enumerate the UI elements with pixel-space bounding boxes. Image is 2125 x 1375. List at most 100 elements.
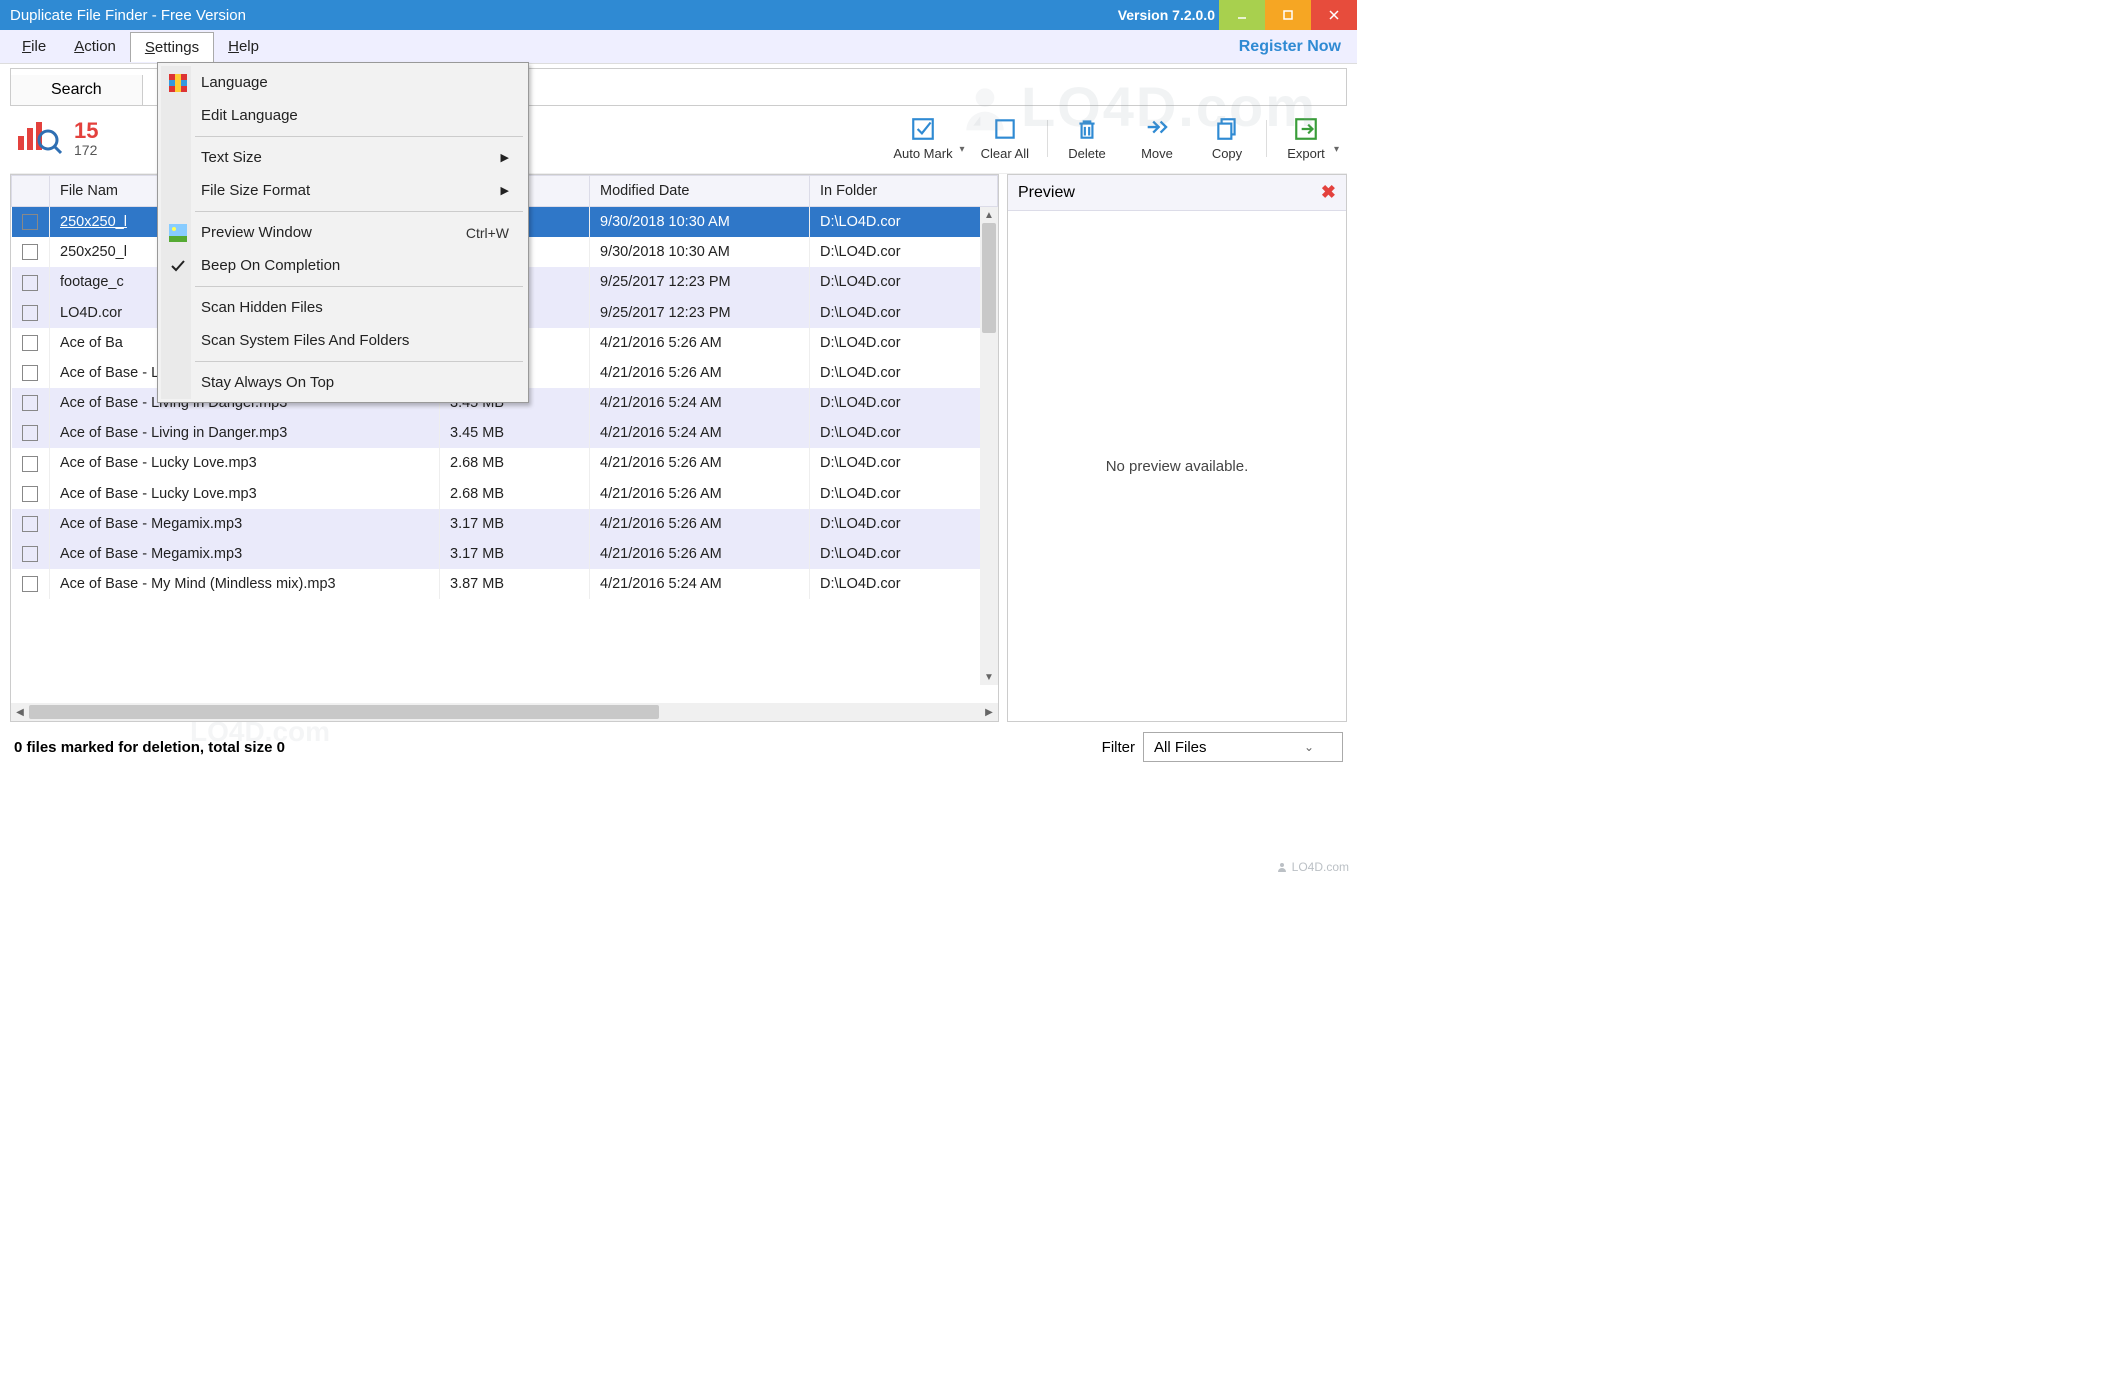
- cell-date: 4/21/2016 5:26 AM: [590, 509, 810, 539]
- menu-item-text-size[interactable]: Text Size▶: [161, 141, 525, 174]
- menu-item-scan-hidden[interactable]: Scan Hidden Files: [161, 291, 525, 324]
- cell-filename: Ace of Base - My Mind (Mindless mix).mp3: [50, 569, 440, 599]
- tab-search[interactable]: Search: [11, 75, 143, 105]
- menu-item-stay-on-top[interactable]: Stay Always On Top: [161, 366, 525, 399]
- minimize-button[interactable]: [1219, 0, 1265, 30]
- cell-filename: Ace of Base - Living in Danger.mp3: [50, 418, 440, 448]
- preview-title: Preview: [1018, 184, 1075, 202]
- clear-all-button[interactable]: Clear All: [967, 116, 1043, 161]
- horizontal-scrollbar[interactable]: ◀ ▶: [11, 703, 998, 721]
- version-label: Version 7.2.0.0: [1118, 7, 1215, 23]
- menu-item-scan-system[interactable]: Scan System Files And Folders: [161, 324, 525, 357]
- delete-button[interactable]: Delete: [1052, 116, 1122, 161]
- row-checkbox[interactable]: [22, 214, 38, 230]
- menu-settings[interactable]: Settings: [130, 32, 214, 62]
- filter-label: Filter: [1102, 739, 1135, 756]
- language-icon: [169, 74, 187, 92]
- cell-folder: D:\LO4D.cor: [810, 479, 998, 509]
- cell-date: 4/21/2016 5:26 AM: [590, 448, 810, 478]
- scroll-up-icon[interactable]: ▲: [980, 207, 998, 223]
- close-preview-icon[interactable]: ✖: [1321, 182, 1336, 203]
- menu-file[interactable]: File: [8, 32, 60, 61]
- cell-date: 9/30/2018 10:30 AM: [590, 207, 810, 238]
- submenu-arrow-icon: ▶: [501, 151, 509, 164]
- scroll-thumb[interactable]: [982, 223, 996, 333]
- toolbar: Auto Mark ▾ Clear All Delete Move Copy: [879, 116, 1341, 161]
- cell-filename: Ace of Base - Megamix.mp3: [50, 509, 440, 539]
- row-checkbox[interactable]: [22, 335, 38, 351]
- cell-size: 2.68 MB: [440, 448, 590, 478]
- maximize-button[interactable]: [1265, 0, 1311, 30]
- row-checkbox[interactable]: [22, 456, 38, 472]
- cell-date: 4/21/2016 5:24 AM: [590, 388, 810, 418]
- titlebar: Duplicate File Finder - Free Version Ver…: [0, 0, 1357, 30]
- scroll-thumb[interactable]: [29, 705, 659, 719]
- vertical-scrollbar[interactable]: ▲ ▼: [980, 207, 998, 685]
- cell-folder: D:\LO4D.cor: [810, 388, 998, 418]
- table-row[interactable]: Ace of Base - Lucky Love.mp3 2.68 MB 4/2…: [12, 479, 998, 509]
- cell-date: 9/25/2017 12:23 PM: [590, 267, 810, 297]
- row-checkbox[interactable]: [22, 425, 38, 441]
- auto-mark-button[interactable]: Auto Mark ▾: [879, 116, 966, 161]
- table-row[interactable]: Ace of Base - Megamix.mp3 3.17 MB 4/21/2…: [12, 539, 998, 569]
- menu-item-language[interactable]: Language: [161, 66, 525, 99]
- menu-item-beep[interactable]: Beep On Completion: [161, 249, 525, 282]
- cell-date: 4/21/2016 5:26 AM: [590, 328, 810, 358]
- row-checkbox[interactable]: [22, 365, 38, 381]
- menu-item-edit-language[interactable]: Edit Language: [161, 99, 525, 132]
- cell-date: 4/21/2016 5:24 AM: [590, 569, 810, 599]
- dropdown-caret-icon: ▾: [960, 144, 965, 155]
- scroll-down-icon[interactable]: ▼: [980, 669, 998, 685]
- window-title: Duplicate File Finder - Free Version: [10, 7, 1118, 24]
- copy-button[interactable]: Copy: [1192, 116, 1262, 161]
- table-row[interactable]: Ace of Base - Living in Danger.mp3 3.45 …: [12, 418, 998, 448]
- row-checkbox[interactable]: [22, 244, 38, 260]
- move-button[interactable]: Move: [1122, 116, 1192, 161]
- register-link[interactable]: Register Now: [1239, 38, 1349, 56]
- row-checkbox[interactable]: [22, 576, 38, 592]
- filter-select[interactable]: All Files ⌄: [1143, 732, 1343, 762]
- menu-item-file-size-format[interactable]: File Size Format▶: [161, 174, 525, 207]
- row-checkbox[interactable]: [22, 305, 38, 321]
- cell-date: 4/21/2016 5:26 AM: [590, 358, 810, 388]
- row-checkbox[interactable]: [22, 486, 38, 502]
- header-date[interactable]: Modified Date: [590, 176, 810, 207]
- cell-size: 3.17 MB: [440, 539, 590, 569]
- chevron-down-icon: ⌄: [1304, 740, 1314, 754]
- settings-dropdown: Language Edit Language Text Size▶ File S…: [157, 62, 529, 403]
- status-text: 0 files marked for deletion, total size …: [14, 739, 285, 756]
- table-row[interactable]: Ace of Base - Megamix.mp3 3.17 MB 4/21/2…: [12, 509, 998, 539]
- status-bar: 0 files marked for deletion, total size …: [10, 722, 1347, 764]
- cell-date: 4/21/2016 5:26 AM: [590, 539, 810, 569]
- duplicate-subcount: 172: [74, 142, 98, 158]
- row-checkbox[interactable]: [22, 516, 38, 532]
- cell-folder: D:\LO4D.cor: [810, 267, 998, 297]
- row-checkbox[interactable]: [22, 546, 38, 562]
- cell-date: 4/21/2016 5:26 AM: [590, 479, 810, 509]
- table-row[interactable]: Ace of Base - Lucky Love.mp3 2.68 MB 4/2…: [12, 448, 998, 478]
- cell-date: 4/21/2016 5:24 AM: [590, 418, 810, 448]
- menu-item-preview-window[interactable]: Preview WindowCtrl+W: [161, 216, 525, 249]
- preview-panel: Preview ✖ No preview available.: [1007, 174, 1347, 722]
- row-checkbox[interactable]: [22, 395, 38, 411]
- header-checkbox[interactable]: [12, 176, 50, 207]
- header-folder[interactable]: In Folder: [810, 176, 998, 207]
- cell-filename: Ace of Base - Lucky Love.mp3: [50, 479, 440, 509]
- cell-folder: D:\LO4D.cor: [810, 298, 998, 328]
- table-row[interactable]: Ace of Base - My Mind (Mindless mix).mp3…: [12, 569, 998, 599]
- image-icon: [169, 224, 187, 242]
- menu-action[interactable]: Action: [60, 32, 130, 61]
- menu-help[interactable]: Help: [214, 32, 273, 61]
- close-button[interactable]: [1311, 0, 1357, 30]
- stats-icon: [16, 116, 62, 161]
- cell-folder: D:\LO4D.cor: [810, 448, 998, 478]
- row-checkbox[interactable]: [22, 275, 38, 291]
- export-button[interactable]: Export ▾: [1271, 116, 1341, 161]
- cell-folder: D:\LO4D.cor: [810, 237, 998, 267]
- scroll-left-icon[interactable]: ◀: [11, 707, 29, 718]
- cell-filename: Ace of Base - Megamix.mp3: [50, 539, 440, 569]
- cell-size: 3.17 MB: [440, 509, 590, 539]
- cell-size: 3.45 MB: [440, 418, 590, 448]
- scroll-right-icon[interactable]: ▶: [980, 707, 998, 718]
- duplicate-count: 15: [74, 120, 98, 142]
